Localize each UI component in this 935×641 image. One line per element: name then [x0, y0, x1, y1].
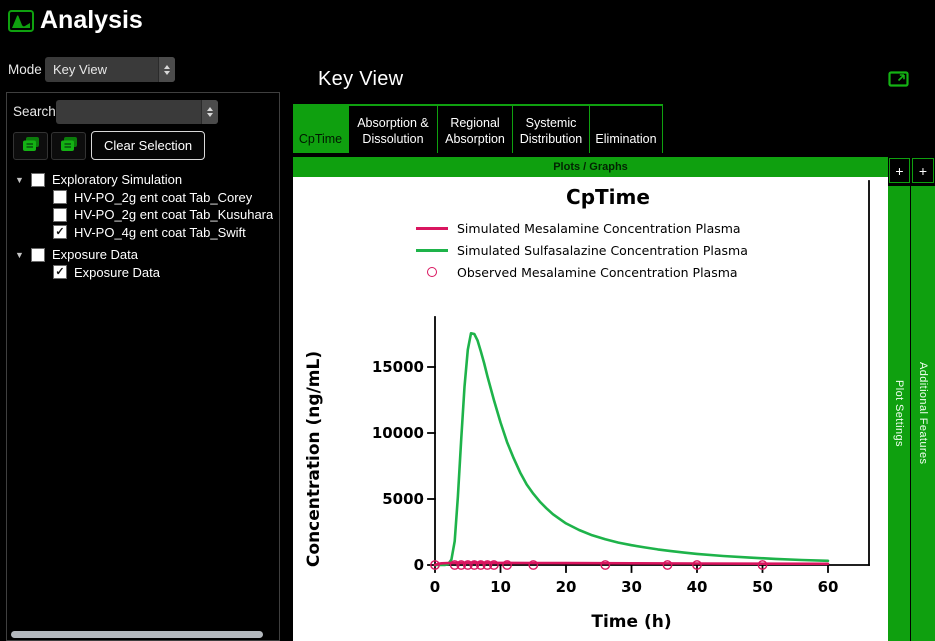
tree-item-label: HV-PO_2g ent coat Tab_Corey — [74, 190, 252, 205]
checkbox[interactable]: ✓ — [53, 225, 67, 239]
key-view-title: Key View — [318, 68, 403, 91]
tree-item-exposure-data[interactable]: ▼ Exposure Data — [7, 246, 277, 264]
expander-triangle-icon[interactable]: ▼ — [15, 250, 31, 260]
checkbox[interactable]: ✓ — [53, 265, 67, 279]
tree-item-exposure-data[interactable]: ✓ Exposure Data — [7, 264, 277, 282]
tab-absorption-dissolution[interactable]: Absorption & Dissolution — [349, 106, 438, 153]
chart-area: CpTime Simulated Mesalamine Concentratio… — [293, 177, 888, 641]
additional-features-panel-tab[interactable]: Additional Features — [911, 186, 935, 641]
tree-item-hv-po-2g-ent-coat-tab-kusuhara[interactable]: HV-PO_2g ent coat Tab_Kusuhara — [7, 206, 277, 224]
svg-text:40: 40 — [687, 578, 708, 596]
x-axis-label: Time (h) — [591, 612, 671, 632]
mode-dropdown-value: Key View — [45, 62, 158, 77]
svg-text:60: 60 — [818, 578, 839, 596]
svg-text:10000: 10000 — [372, 424, 424, 442]
svg-text:0: 0 — [430, 578, 440, 596]
checkbox[interactable] — [53, 190, 67, 204]
checkbox[interactable] — [31, 248, 45, 262]
expander-triangle-icon[interactable]: ▼ — [15, 175, 31, 185]
svg-text:30: 30 — [621, 578, 642, 596]
svg-text:10: 10 — [490, 578, 511, 596]
select-simulations-button[interactable] — [13, 132, 48, 160]
svg-text:15000: 15000 — [372, 358, 424, 376]
plot-settings-panel-tab[interactable]: Plot Settings — [888, 186, 910, 641]
tree-item-label: Exposure Data — [74, 265, 160, 280]
clear-selection-button[interactable]: Clear Selection — [91, 131, 205, 160]
plot-settings-expand-button[interactable]: + — [889, 158, 910, 183]
mode-dropdown[interactable]: Key View — [45, 57, 175, 82]
dropdown-stepper-icon[interactable] — [201, 100, 218, 124]
mode-label: Mode — [8, 62, 42, 77]
popout-icon[interactable] — [888, 71, 909, 92]
tab-regional-absorption[interactable]: Regional Absorption — [438, 106, 513, 153]
tree-item-hv-po-4g-ent-coat-tab-swift[interactable]: ✓ HV-PO_4g ent coat Tab_Swift — [7, 224, 277, 242]
tree-item-label: Exploratory Simulation — [52, 172, 182, 187]
green-stack-icon — [59, 136, 79, 156]
y-axis-label: Concentration (ng/mL) — [304, 351, 324, 567]
checkbox[interactable] — [31, 173, 45, 187]
tab-cptime[interactable]: CpTime — [293, 106, 349, 153]
dropdown-stepper-icon[interactable] — [158, 57, 175, 82]
select-exposure-button[interactable] — [51, 132, 86, 160]
app-title: Analysis — [40, 6, 143, 35]
search-label: Search — [13, 104, 56, 119]
svg-text:20: 20 — [556, 578, 577, 596]
plot-settings-label: Plot Settings — [893, 380, 905, 447]
tree-item-label: HV-PO_4g ent coat Tab_Swift — [74, 225, 246, 240]
tree-item-label: HV-PO_2g ent coat Tab_Kusuhara — [74, 207, 273, 222]
tree-item-label: Exposure Data — [52, 247, 138, 262]
simulation-tree: ▼ Exploratory Simulation HV-PO_2g ent coat… — [7, 171, 277, 281]
tab-elimination[interactable]: Elimination — [590, 106, 663, 153]
svg-text:50: 50 — [752, 578, 773, 596]
green-stack-icon — [21, 136, 41, 156]
search-dropdown[interactable] — [56, 100, 218, 124]
view-tabs: CpTimeAbsorption & DissolutionRegional A… — [293, 104, 663, 153]
checkbox[interactable] — [53, 208, 67, 222]
plots-graphs-strip[interactable]: Plots / Graphs — [293, 157, 888, 177]
analysis-logo-icon — [8, 10, 34, 37]
tree-item-exploratory-simulation[interactable]: ▼ Exploratory Simulation — [7, 171, 277, 189]
tab-systemic-distribution[interactable]: Systemic Distribution — [513, 106, 590, 153]
svg-text:0: 0 — [414, 556, 424, 574]
tree-item-hv-po-2g-ent-coat-tab-corey[interactable]: HV-PO_2g ent coat Tab_Corey — [7, 189, 277, 207]
svg-text:5000: 5000 — [382, 490, 424, 508]
additional-features-label: Additional Features — [917, 362, 929, 464]
additional-features-expand-button[interactable]: + — [912, 158, 934, 183]
horizontal-scrollbar-thumb[interactable] — [11, 631, 263, 638]
cp-time-plot: 0 10 20 30 40 50 60 0 5000 10000 15000 Time (h) Conc… — [293, 177, 888, 641]
simulation-sidebar: Search Clear Selection ▼ Exploratory Simu… — [6, 92, 280, 641]
series-simulated-sulfasalazine-concentration-plasma — [435, 333, 828, 565]
